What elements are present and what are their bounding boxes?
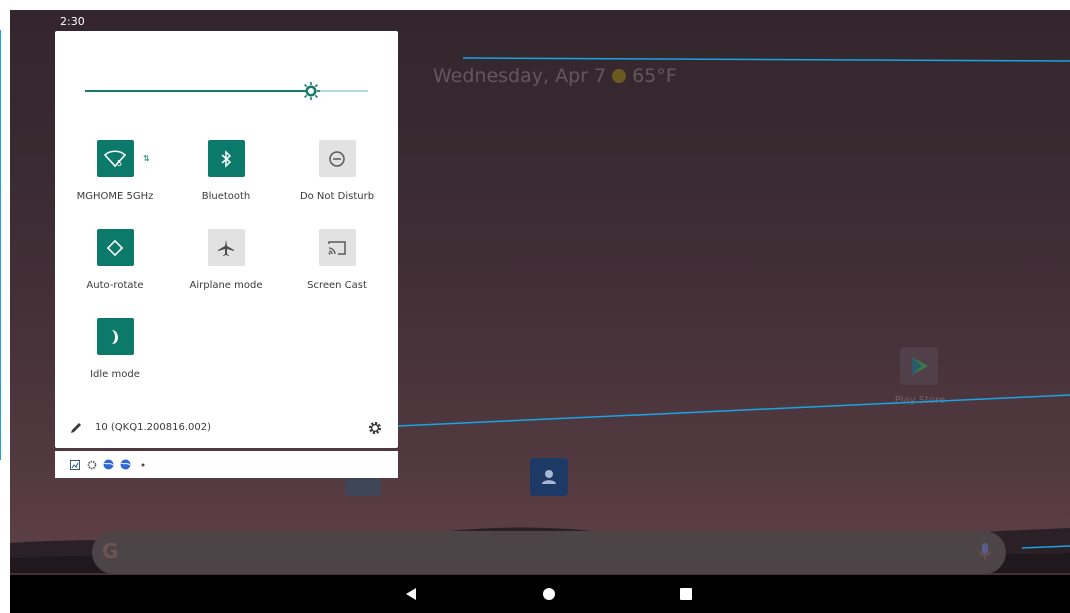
tile-wifi[interactable]: 5 ⇅ MGHOME 5GHz [60,140,170,202]
sun-icon [612,69,627,83]
globe-notification-icon-2 [120,459,131,470]
google-search-bar[interactable]: G [92,531,1006,574]
contacts-icon [542,470,556,484]
build-number[interactable]: 10 (QKQ1.200816.002) [95,422,211,433]
tile-auto-rotate[interactable]: Auto-rotate [60,229,170,291]
quick-settings-footer: 10 (QKQ1.200816.002) [69,420,389,438]
wifi-icon: 5 [96,140,134,177]
navigation-bar [10,575,1070,613]
brightness-thumb-icon[interactable] [301,81,321,101]
play-store-app[interactable] [900,347,938,385]
tile-idle-label: Idle mode [90,369,140,380]
tile-screen-cast-label: Screen Cast [307,280,367,291]
mic-icon[interactable] [979,542,991,566]
airplane-icon [207,229,245,266]
auto-rotate-icon [96,229,134,266]
home-button[interactable] [541,586,557,602]
tile-auto-rotate-label: Auto-rotate [86,280,144,291]
tile-wifi-label: MGHOME 5GHz [76,191,154,202]
date-text: Wednesday, Apr 7 [433,65,607,87]
edit-pencil-icon[interactable] [69,420,83,439]
image-notification-icon [69,459,80,470]
tile-do-not-disturb[interactable]: Do Not Disturb [282,140,392,202]
brightness-slider[interactable] [85,82,368,100]
bluetooth-icon [207,140,245,177]
tile-idle-mode[interactable]: Idle mode [60,318,170,380]
play-store-icon [912,357,928,375]
brightness-fill [85,90,311,92]
recent-apps-button[interactable] [678,586,694,602]
more-dot-icon [137,459,148,470]
moon-icon [96,318,134,355]
back-triangle-icon [406,588,416,600]
notification-icons-strip[interactable] [55,451,398,478]
temperature-text: 65°F [632,65,677,87]
tile-dnd-label: Do Not Disturb [299,191,375,202]
tile-bluetooth-label: Bluetooth [201,191,251,202]
do-not-disturb-icon [318,140,356,177]
date-weather-widget[interactable]: Wednesday, Apr 7 65°F [433,65,677,87]
tile-screen-cast[interactable]: Screen Cast [282,229,392,291]
contacts-app[interactable] [530,458,568,496]
tile-bluetooth[interactable]: Bluetooth [171,140,281,202]
cast-icon [318,229,356,266]
settings-gear-icon[interactable] [367,420,383,440]
tile-airplane-label: Airplane mode [189,280,263,291]
back-button[interactable] [403,586,419,602]
wifi-band-badge: 5 [117,159,122,168]
google-logo-icon: G [102,539,119,563]
quick-settings-panel: 5 ⇅ MGHOME 5GHz Bluetooth Do Not Disturb [55,31,398,448]
home-circle-icon [543,588,555,600]
status-time: 2:30 [60,15,85,28]
settings-notification-icon [86,459,97,470]
recent-square-icon [680,588,692,600]
globe-notification-icon [103,459,114,470]
play-store-label: Play Store [894,395,946,406]
home-screen: Wednesday, Apr 7 65°F Play Store G 2:30 … [10,10,1070,613]
tile-airplane-mode[interactable]: Airplane mode [171,229,281,291]
wifi-data-arrows-icon: ⇅ [143,154,150,163]
